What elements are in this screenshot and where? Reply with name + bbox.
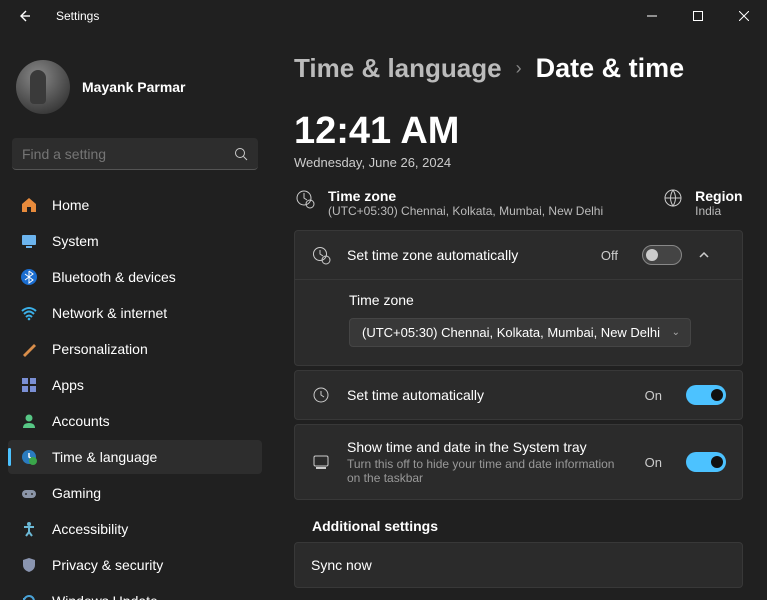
close-button[interactable] bbox=[721, 0, 767, 32]
update-icon bbox=[20, 592, 38, 600]
system-tray-state: On bbox=[645, 455, 662, 470]
nav-update[interactable]: Windows Update bbox=[8, 584, 262, 600]
nav-label: Bluetooth & devices bbox=[52, 269, 176, 285]
region-value: India bbox=[695, 204, 742, 218]
nav-accounts[interactable]: Accounts bbox=[8, 404, 262, 438]
timezone-value: (UTC+05:30) Chennai, Kolkata, Mumbai, Ne… bbox=[328, 204, 603, 218]
timezone-select-label: Time zone bbox=[349, 292, 726, 308]
nav-label: Accounts bbox=[52, 413, 110, 429]
nav-gaming[interactable]: Gaming bbox=[8, 476, 262, 510]
globe-clock-icon bbox=[311, 245, 331, 265]
auto-time-card: Set time automatically On bbox=[294, 370, 743, 420]
globe-icon bbox=[663, 188, 683, 208]
nav-personalization[interactable]: Personalization bbox=[8, 332, 262, 366]
nav-privacy[interactable]: Privacy & security bbox=[8, 548, 262, 582]
gaming-icon bbox=[20, 484, 38, 502]
main-content: Time & language › Date & time 12:41 AM W… bbox=[270, 32, 767, 600]
nav-label: Accessibility bbox=[52, 521, 128, 537]
brush-icon bbox=[20, 340, 38, 358]
nav-label: Personalization bbox=[52, 341, 148, 357]
system-tray-label: Show time and date in the System tray bbox=[347, 439, 629, 455]
chevron-right-icon: › bbox=[516, 58, 522, 79]
nav-system[interactable]: System bbox=[8, 224, 262, 258]
window-title: Settings bbox=[56, 9, 99, 23]
region-label: Region bbox=[695, 188, 742, 204]
breadcrumb: Time & language › Date & time bbox=[294, 44, 743, 92]
chevron-down-icon: ⌄ bbox=[672, 327, 680, 338]
apps-icon bbox=[20, 376, 38, 394]
timezone-label: Time zone bbox=[328, 188, 603, 204]
globe-clock-icon bbox=[294, 188, 316, 210]
nav-home[interactable]: Home bbox=[8, 188, 262, 222]
nav-label: Home bbox=[52, 197, 89, 213]
sync-now-card[interactable]: Sync now bbox=[294, 542, 743, 588]
auto-timezone-card: Set time zone automatically Off Time zon… bbox=[294, 230, 743, 366]
nav-bluetooth[interactable]: Bluetooth & devices bbox=[8, 260, 262, 294]
nav-time-language[interactable]: Time & language bbox=[8, 440, 262, 474]
sidebar: Mayank Parmar Home System Bluetooth & de… bbox=[0, 32, 270, 600]
breadcrumb-parent[interactable]: Time & language bbox=[294, 53, 502, 84]
auto-time-state: On bbox=[645, 388, 662, 403]
timezone-dropdown-value: (UTC+05:30) Chennai, Kolkata, Mumbai, Ne… bbox=[362, 325, 660, 340]
timezone-dropdown[interactable]: (UTC+05:30) Chennai, Kolkata, Mumbai, Ne… bbox=[349, 318, 691, 347]
back-button[interactable] bbox=[16, 8, 36, 24]
nav-label: System bbox=[52, 233, 99, 249]
nav-label: Apps bbox=[52, 377, 84, 393]
nav-label: Windows Update bbox=[52, 593, 158, 600]
auto-timezone-label: Set time zone automatically bbox=[347, 247, 585, 263]
nav-apps[interactable]: Apps bbox=[8, 368, 262, 402]
access-icon bbox=[20, 520, 38, 538]
system-tray-toggle[interactable] bbox=[686, 452, 726, 472]
tray-icon bbox=[311, 452, 331, 472]
auto-time-label: Set time automatically bbox=[347, 387, 629, 403]
home-icon bbox=[20, 196, 38, 214]
auto-timezone-toggle[interactable] bbox=[642, 245, 682, 265]
time-icon bbox=[20, 448, 38, 466]
nav-label: Network & internet bbox=[52, 305, 167, 321]
system-tray-card: Show time and date in the System tray Tu… bbox=[294, 424, 743, 500]
nav-label: Time & language bbox=[52, 449, 157, 465]
system-tray-sub: Turn this off to hide your time and date… bbox=[347, 457, 629, 485]
nav-network[interactable]: Network & internet bbox=[8, 296, 262, 330]
search-input[interactable] bbox=[22, 146, 234, 162]
privacy-icon bbox=[20, 556, 38, 574]
user-name[interactable]: Mayank Parmar bbox=[82, 79, 186, 95]
search-icon bbox=[234, 147, 248, 161]
auto-time-toggle[interactable] bbox=[686, 385, 726, 405]
system-icon bbox=[20, 232, 38, 250]
wifi-icon bbox=[20, 304, 38, 322]
clock-date: Wednesday, June 26, 2024 bbox=[294, 155, 743, 170]
collapse-button[interactable] bbox=[698, 249, 726, 261]
page-title: Date & time bbox=[536, 53, 685, 84]
bluetooth-icon bbox=[20, 268, 38, 286]
search-box[interactable] bbox=[12, 138, 258, 170]
clock-time: 12:41 AM bbox=[294, 110, 743, 153]
clock-icon bbox=[311, 385, 331, 405]
nav-accessibility[interactable]: Accessibility bbox=[8, 512, 262, 546]
maximize-button[interactable] bbox=[675, 0, 721, 32]
additional-settings-heading: Additional settings bbox=[312, 518, 743, 534]
nav-label: Gaming bbox=[52, 485, 101, 501]
nav-label: Privacy & security bbox=[52, 557, 163, 573]
avatar[interactable] bbox=[16, 60, 70, 114]
account-icon bbox=[20, 412, 38, 430]
sync-now-label: Sync now bbox=[311, 557, 726, 573]
minimize-button[interactable] bbox=[629, 0, 675, 32]
auto-timezone-state: Off bbox=[601, 248, 618, 263]
